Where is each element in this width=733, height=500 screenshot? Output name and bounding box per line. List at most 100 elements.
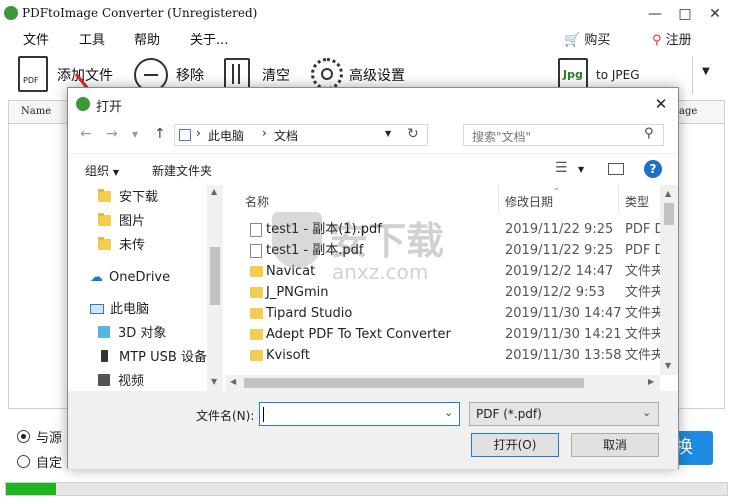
app-title: PDFtoImage Converter (Unregistered) xyxy=(22,6,258,20)
folder-row[interactable]: Adept PDF To Text Converter 2019/11/30 14… xyxy=(250,324,660,345)
view-dropdown-icon[interactable]: ▼ xyxy=(578,165,584,174)
search-input[interactable]: 搜索"文档" ⚲ xyxy=(463,124,664,146)
address-dropdown-icon[interactable]: ▼ xyxy=(385,129,391,138)
up-arrow-icon[interactable]: ↑ xyxy=(154,126,166,142)
view-options-icon[interactable]: ☰ xyxy=(555,160,568,176)
address-bar[interactable]: › 此电脑 › 文档 ▼ ↻ xyxy=(174,124,428,146)
sort-indicator-icon: ⌄ xyxy=(553,183,560,192)
search-icon: ⚲ xyxy=(644,126,654,141)
folder-icon xyxy=(250,266,263,277)
gear-icon xyxy=(311,58,343,90)
column-header-date[interactable]: 修改日期 xyxy=(505,193,553,210)
folder-icon xyxy=(98,213,111,226)
open-file-dialog: 打开 ✕ ← → ▼ ↑ › 此电脑 › 文档 ▼ ↻ 搜索"文档" ⚲ 组织 … xyxy=(67,87,679,469)
nav-item-3d-objects[interactable]: 3D 对象 xyxy=(98,323,166,345)
open-button[interactable]: 打开(O) xyxy=(471,433,559,457)
trash-icon xyxy=(224,58,250,90)
dropdown-arrow-icon[interactable]: ⌄ xyxy=(444,406,453,419)
file-list-vscrollbar[interactable]: ▲ ▼ xyxy=(660,185,678,375)
dialog-close-button[interactable]: ✕ xyxy=(648,92,674,116)
column-header-type[interactable]: 类型 xyxy=(625,193,649,210)
scroll-down-icon[interactable]: ▼ xyxy=(211,377,217,386)
forward-arrow-icon[interactable]: → xyxy=(106,126,118,142)
folder-row[interactable]: Kvisoft 2019/11/30 13:58 文件夹 xyxy=(250,345,660,366)
file-row[interactable]: test1 - 副本.pdf 2019/11/22 9:25 PDF D xyxy=(250,240,660,261)
cart-icon: 🛒 xyxy=(564,33,581,48)
organize-button[interactable]: 组织 ▼ xyxy=(85,162,119,179)
folder-icon xyxy=(98,189,111,202)
refresh-icon[interactable]: ↻ xyxy=(407,126,419,142)
scroll-down-icon[interactable]: ▼ xyxy=(665,361,671,370)
file-row[interactable]: test1 - 副本(1).pdf 2019/11/22 9:25 PDF D xyxy=(250,219,660,240)
custom-folder-radio[interactable] xyxy=(17,455,30,468)
breadcrumb-sep-icon: › xyxy=(262,126,267,140)
breadcrumb-documents[interactable]: 文档 xyxy=(274,127,298,144)
cloud-icon: ☁ xyxy=(90,270,103,285)
cancel-button[interactable]: 取消 xyxy=(571,433,659,457)
filename-label: 文件名(N): xyxy=(196,409,255,423)
scroll-right-icon[interactable]: ▶ xyxy=(648,377,654,386)
menu-about[interactable]: 关于... xyxy=(190,29,228,48)
key-icon: ⚲ xyxy=(652,33,662,48)
help-icon[interactable]: ? xyxy=(644,160,662,178)
nav-item-this-pc[interactable]: 此电脑 xyxy=(90,299,149,321)
menu-help[interactable]: 帮助 xyxy=(134,29,160,48)
dialog-titlebar xyxy=(68,88,678,120)
folder-row[interactable]: Tipard Studio 2019/11/30 14:47 文件夹 xyxy=(250,303,660,324)
nav-scroll-thumb[interactable] xyxy=(210,247,220,305)
nav-scrollbar[interactable]: ▲ ▼ xyxy=(207,185,223,391)
minimize-button[interactable]: — xyxy=(640,2,670,26)
buy-link[interactable]: 🛒 购买 xyxy=(564,29,610,48)
progress-bar xyxy=(5,482,728,496)
dialog-title: 打开 xyxy=(96,100,123,115)
nav-item-folder[interactable]: 未传 xyxy=(98,235,145,257)
filename-input[interactable]: ⌄ xyxy=(259,402,460,426)
folder-row[interactable]: Navicat 2019/12/2 14:47 文件夹 xyxy=(250,261,660,282)
file-type-filter[interactable]: PDF (*.pdf) ⌄ xyxy=(469,402,659,426)
nav-item-folder[interactable]: 安下载 xyxy=(98,187,158,209)
breadcrumb-this-pc[interactable]: 此电脑 xyxy=(208,127,244,144)
back-arrow-icon[interactable]: ← xyxy=(80,126,92,142)
folder-icon xyxy=(250,350,263,361)
new-folder-button[interactable]: 新建文件夹 xyxy=(152,162,212,179)
progress-fill xyxy=(6,483,57,495)
nav-item-onedrive[interactable]: ☁ OneDrive xyxy=(90,267,170,289)
folder-icon xyxy=(250,287,263,298)
phone-icon xyxy=(101,350,108,362)
file-vscroll-thumb[interactable] xyxy=(664,203,674,225)
column-header-name[interactable]: 名称 xyxy=(245,193,269,210)
cube-icon xyxy=(98,326,110,338)
scroll-up-icon[interactable]: ▲ xyxy=(211,187,217,196)
maximize-button[interactable]: □ xyxy=(670,2,700,26)
nav-item-videos[interactable]: 视频 xyxy=(98,371,144,391)
menu-file[interactable]: 文件 xyxy=(23,29,49,48)
file-hscroll-thumb[interactable] xyxy=(244,378,584,388)
file-list-hscrollbar[interactable]: ◀ ▶ xyxy=(226,375,660,391)
dropdown-arrow-icon: ▼ xyxy=(702,66,710,77)
dropdown-arrow-icon: ▼ xyxy=(112,168,119,177)
register-link[interactable]: ⚲ 注册 xyxy=(652,29,692,48)
menu-tools[interactable]: 工具 xyxy=(79,29,105,48)
nav-item-folder[interactable]: 图片 xyxy=(98,211,145,233)
recent-dropdown-icon[interactable]: ▼ xyxy=(132,130,138,139)
dropdown-arrow-icon: ⌄ xyxy=(642,406,652,419)
breadcrumb-sep-icon: › xyxy=(196,126,201,140)
same-as-source-radio[interactable] xyxy=(17,430,30,443)
nav-item-usb-device[interactable]: MTP USB 设备 xyxy=(98,347,207,369)
preview-pane-icon[interactable] xyxy=(608,163,624,175)
monitor-icon xyxy=(90,304,104,314)
pc-small-icon xyxy=(179,129,191,141)
pdf-file-icon xyxy=(250,244,262,258)
folder-icon xyxy=(250,308,263,319)
film-icon xyxy=(98,374,110,386)
pdf-file-icon: PDF xyxy=(18,56,48,92)
folder-row[interactable]: J_PNGmin 2019/12/2 9:53 文件夹 xyxy=(250,282,660,303)
close-button[interactable]: ✕ xyxy=(700,2,730,26)
pdf-file-icon xyxy=(250,223,262,237)
scroll-left-icon[interactable]: ◀ xyxy=(230,377,236,386)
folder-icon xyxy=(98,237,111,250)
app-logo-icon xyxy=(4,6,18,20)
dialog-app-icon xyxy=(76,97,90,111)
folder-icon xyxy=(250,329,263,340)
scroll-up-icon[interactable]: ▲ xyxy=(665,189,671,198)
